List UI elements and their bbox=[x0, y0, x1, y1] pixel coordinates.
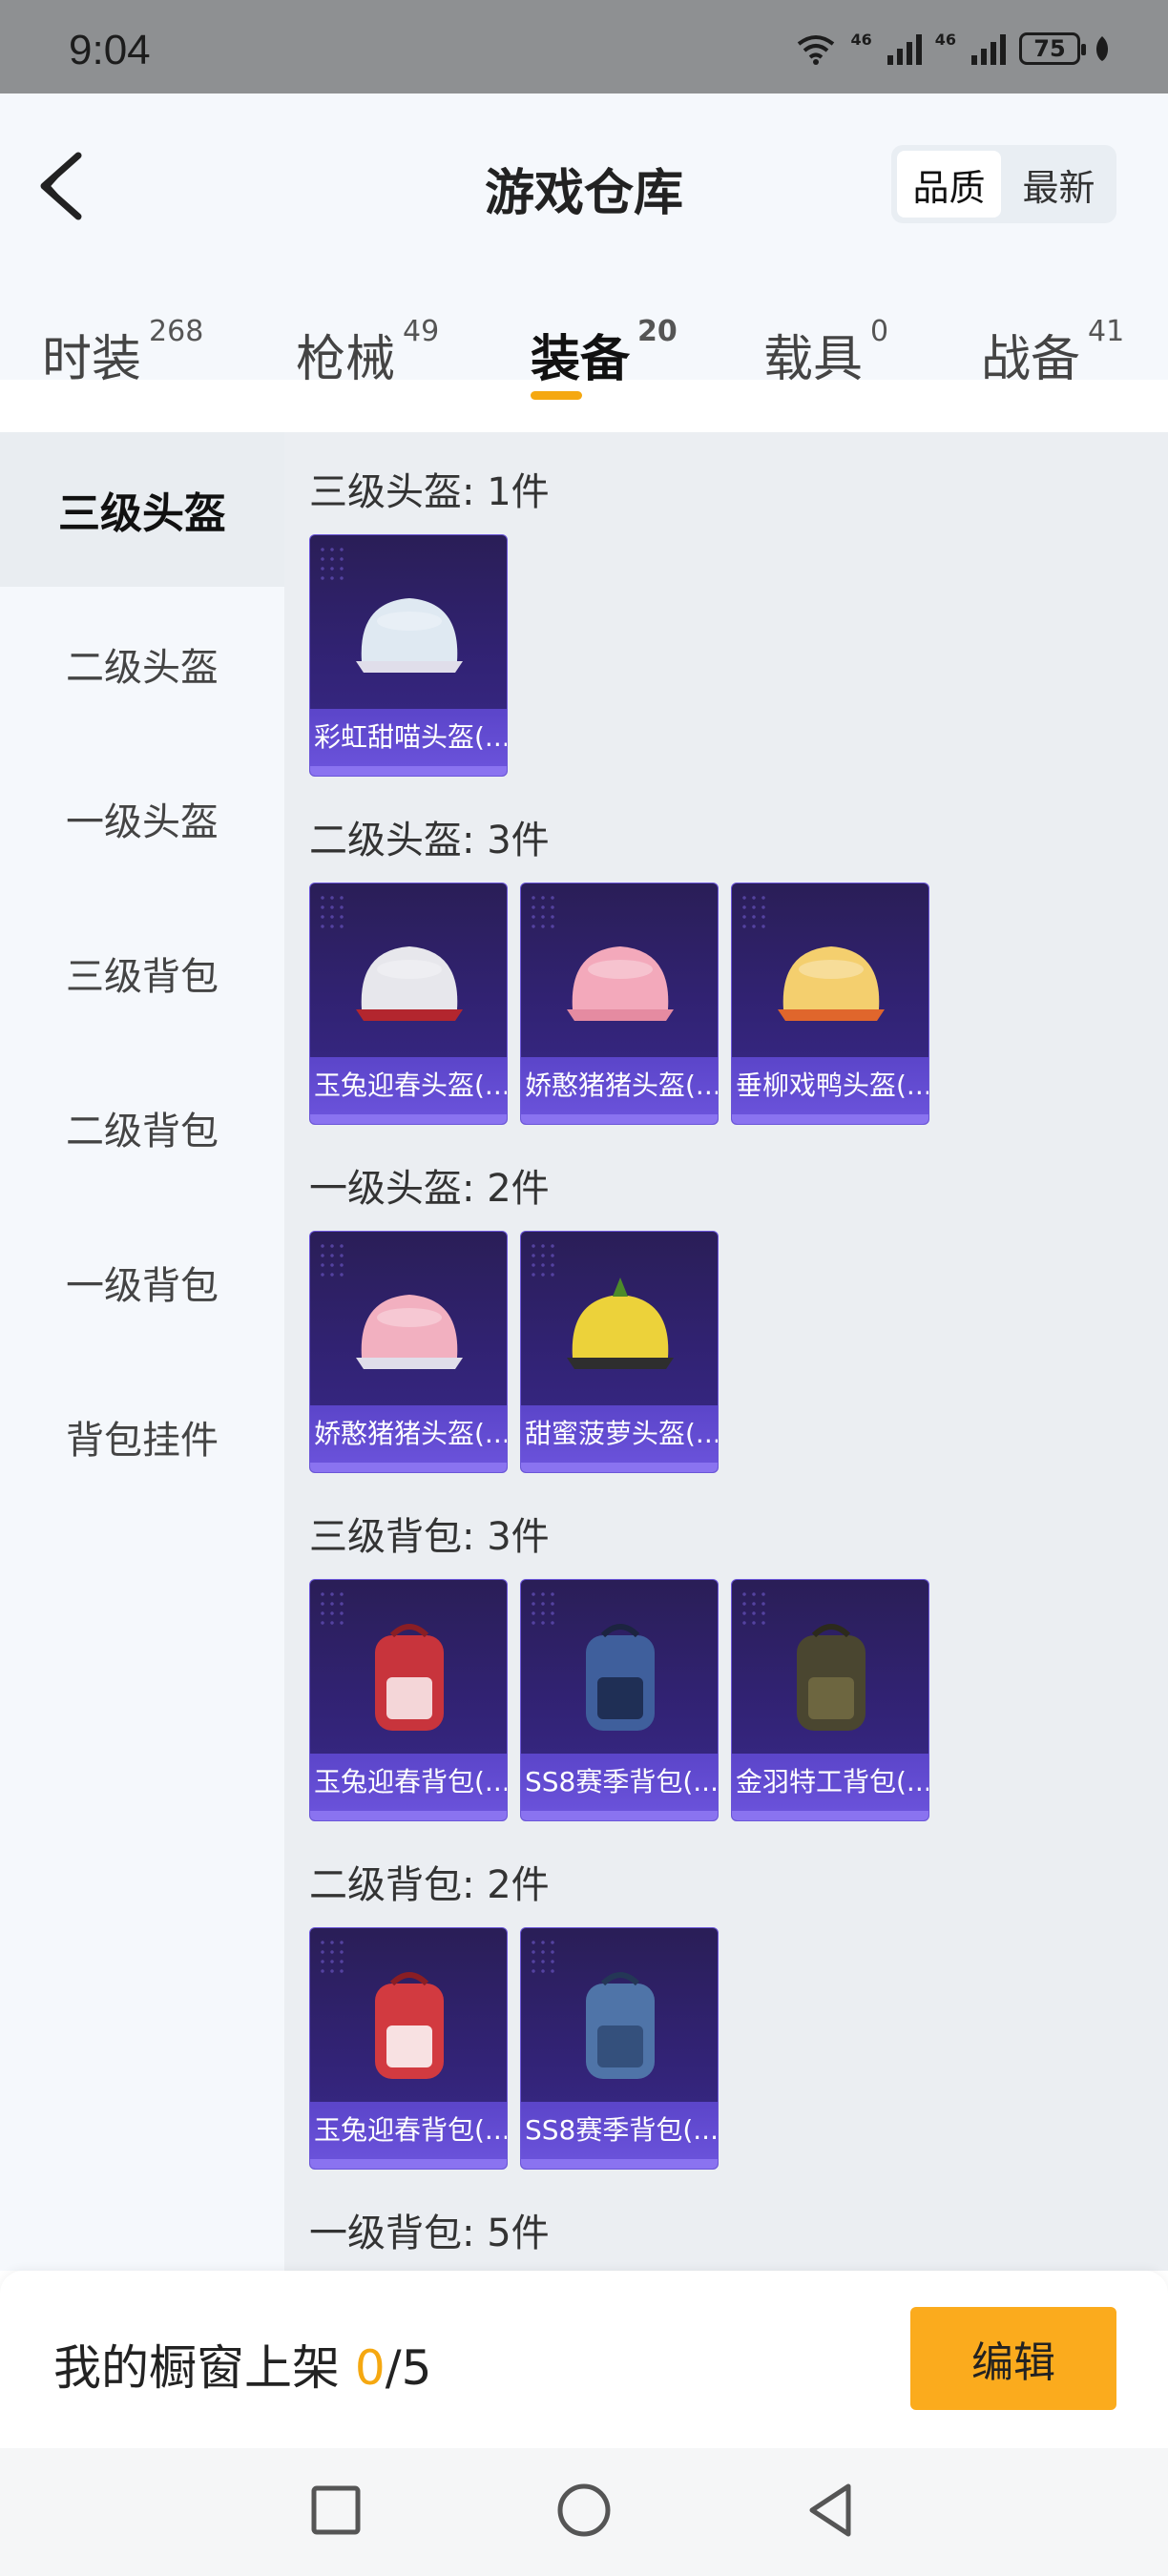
item-name: 彩虹甜喵头盔(... bbox=[310, 709, 507, 766]
backpack-icon bbox=[586, 1972, 655, 2079]
item-card[interactable]: SS8赛季背包(... bbox=[520, 1579, 719, 1821]
leaf-icon bbox=[1095, 36, 1109, 61]
tab-guns[interactable]: 枪械 49 bbox=[296, 315, 439, 390]
sidebar-item-level3-helmet[interactable]: 三级头盔 bbox=[0, 432, 284, 587]
tab-vehicles[interactable]: 载具 0 bbox=[763, 315, 888, 390]
sort-quality-button[interactable]: 品质 bbox=[897, 151, 1001, 218]
item-name: 垂柳戏鸭头盔(... bbox=[732, 1057, 928, 1114]
item-card[interactable]: 垂柳戏鸭头盔(... bbox=[731, 883, 929, 1125]
section-title: 一级头盔: 2件 bbox=[309, 1167, 550, 1211]
tab-label: 装备 bbox=[531, 331, 631, 388]
tab-label: 时装 bbox=[42, 331, 142, 388]
section-title: 三级背包: 3件 bbox=[309, 1515, 550, 1559]
item-name: SS8赛季背包(... bbox=[521, 2102, 718, 2159]
showcase-bar: 我的橱窗上架 0/5 编辑 bbox=[0, 2271, 1168, 2448]
helmet-icon bbox=[567, 1278, 674, 1369]
item-name: 娇憨猪猪头盔(... bbox=[521, 1057, 718, 1114]
tab-count: 41 bbox=[1088, 315, 1125, 348]
home-icon[interactable] bbox=[551, 2477, 617, 2544]
sidebar-item-level1-helmet[interactable]: 一级头盔 bbox=[0, 741, 284, 896]
back-nav-icon[interactable] bbox=[799, 2477, 866, 2544]
showcase-status: 我的橱窗上架 0/5 bbox=[53, 2330, 431, 2399]
helmet-icon bbox=[567, 946, 674, 1021]
system-nav-bar bbox=[0, 2448, 1168, 2576]
backpack-icon bbox=[375, 1624, 444, 1731]
section-title: 二级头盔: 3件 bbox=[309, 819, 550, 862]
signal-icon-2 bbox=[971, 32, 1006, 65]
item-name: 金羽特工背包(... bbox=[732, 1754, 928, 1811]
section-title: 二级背包: 2件 bbox=[309, 1863, 550, 1907]
sort-newest-button[interactable]: 最新 bbox=[1007, 151, 1111, 218]
item-card[interactable]: 玉兔迎春头盔(... bbox=[309, 883, 508, 1125]
sidebar: 三级头盔 二级头盔 一级头盔 三级背包 二级背包 一级背包 背包挂件 bbox=[0, 432, 284, 2271]
edit-button[interactable]: 编辑 bbox=[910, 2307, 1116, 2410]
item-card[interactable]: 彩虹甜喵头盔(... bbox=[309, 534, 508, 777]
network-type-label: 46 bbox=[850, 31, 872, 49]
item-name: 甜蜜菠萝头盔(... bbox=[521, 1405, 718, 1463]
helmet-icon bbox=[356, 1295, 463, 1369]
wifi-icon bbox=[798, 35, 835, 65]
item-card[interactable]: SS8赛季背包(... bbox=[520, 1927, 719, 2170]
section-title: 一级背包: 5件 bbox=[309, 2212, 550, 2255]
item-name: 玉兔迎春头盔(... bbox=[310, 1057, 507, 1114]
item-card[interactable]: 玉兔迎春背包(... bbox=[309, 1927, 508, 2170]
tab-label: 战备 bbox=[981, 331, 1081, 388]
tab-label: 载具 bbox=[763, 331, 864, 388]
tab-count: 0 bbox=[870, 315, 889, 348]
item-card[interactable]: 金羽特工背包(... bbox=[731, 1579, 929, 1821]
status-icons: 46 46 75 bbox=[795, 32, 1111, 65]
tab-count: 49 bbox=[403, 315, 440, 348]
tab-label: 枪械 bbox=[296, 331, 396, 388]
item-name: 玉兔迎春背包(... bbox=[310, 1754, 507, 1811]
item-name: 娇憨猪猪头盔(... bbox=[310, 1405, 507, 1463]
showcase-count: 0 bbox=[354, 2340, 386, 2396]
showcase-label: 我的橱窗上架 bbox=[53, 2340, 340, 2396]
helmet-icon bbox=[778, 946, 885, 1021]
item-name: SS8赛季背包(... bbox=[521, 1754, 718, 1811]
item-card[interactable]: 玉兔迎春背包(... bbox=[309, 1579, 508, 1821]
item-grid: 三级头盔: 1件 彩虹甜喵头盔(... 二级头盔: 3件 玉兔迎春头盔(... … bbox=[284, 432, 1168, 2271]
sort-toggle: 品质 最新 bbox=[891, 145, 1116, 223]
backpack-icon bbox=[797, 1624, 866, 1731]
network-type-label-2: 46 bbox=[934, 31, 956, 49]
status-time: 9:04 bbox=[69, 27, 151, 73]
tab-count: 20 bbox=[637, 315, 678, 348]
battery-icon: 75 bbox=[1019, 32, 1086, 65]
sidebar-item-level1-backpack[interactable]: 一级背包 bbox=[0, 1205, 284, 1360]
item-card[interactable]: 娇憨猪猪头盔(... bbox=[520, 883, 719, 1125]
tab-supplies[interactable]: 战备 41 bbox=[981, 315, 1124, 390]
sidebar-item-level2-backpack[interactable]: 二级背包 bbox=[0, 1050, 284, 1205]
sidebar-item-level2-helmet[interactable]: 二级头盔 bbox=[0, 587, 284, 741]
backpack-icon bbox=[586, 1624, 655, 1731]
tab-count: 268 bbox=[149, 315, 204, 348]
signal-icon bbox=[886, 32, 922, 65]
showcase-total: /5 bbox=[385, 2340, 432, 2396]
item-name: 玉兔迎春背包(... bbox=[310, 2102, 507, 2159]
backpack-icon bbox=[375, 1972, 444, 2079]
battery-level: 75 bbox=[1033, 35, 1066, 62]
recents-icon[interactable] bbox=[302, 2477, 369, 2544]
active-tab-indicator bbox=[531, 391, 582, 400]
item-card[interactable]: 甜蜜菠萝头盔(... bbox=[520, 1231, 719, 1473]
tab-equipment[interactable]: 装备 20 bbox=[531, 315, 678, 390]
category-tabs: 时装 268 枪械 49 装备 20 载具 0 战备 41 bbox=[0, 305, 1168, 420]
section-title: 三级头盔: 1件 bbox=[309, 470, 550, 514]
status-bar: 9:04 46 46 75 bbox=[0, 0, 1168, 93]
tab-fashion[interactable]: 时装 268 bbox=[42, 315, 203, 390]
helmet-icon bbox=[356, 946, 463, 1021]
sidebar-item-backpack-charm[interactable]: 背包挂件 bbox=[0, 1360, 284, 1514]
item-card[interactable]: 娇憨猪猪头盔(... bbox=[309, 1231, 508, 1473]
sidebar-item-level3-backpack[interactable]: 三级背包 bbox=[0, 896, 284, 1050]
helmet-icon bbox=[356, 598, 463, 673]
